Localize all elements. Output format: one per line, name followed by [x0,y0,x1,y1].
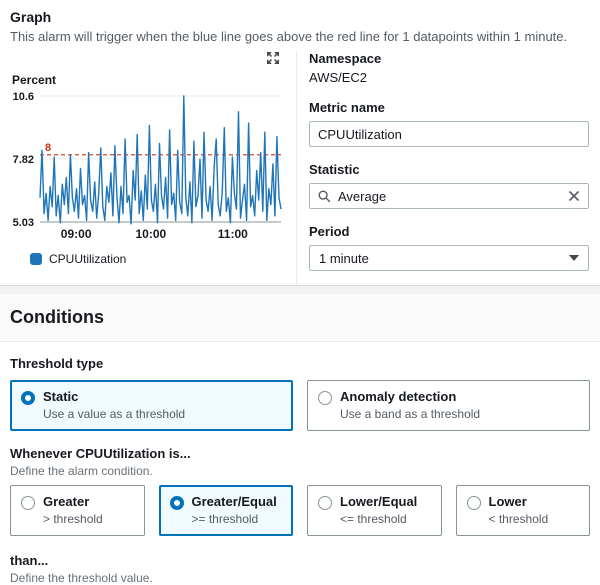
option-subtitle: Use a value as a threshold [43,407,185,422]
option-static[interactable]: Static Use a value as a threshold [10,380,293,431]
radio-lower-equal[interactable] [318,496,332,510]
y-tick-label: 5.03 [13,217,34,229]
close-icon[interactable] [568,190,580,202]
option-title: Greater/Equal [192,494,277,510]
statistic-label: Statistic [309,162,589,177]
x-tick-label: 11:00 [218,227,248,241]
x-tick-label: 09:00 [61,227,92,241]
option-title: Anomaly detection [340,389,480,405]
namespace-value: AWS/EC2 [309,70,589,85]
graph-description: This alarm will trigger when the blue li… [10,28,590,45]
metric-name-label: Metric name [309,100,589,115]
option-subtitle: > threshold [43,512,103,527]
operator-options: Greater > threshold Greater/Equal >= thresh… [10,485,590,536]
option-title: Lower [489,494,549,510]
period-select[interactable]: 1 minute [309,245,589,271]
threshold-value-label: than... [10,553,590,569]
statistic-search-box[interactable] [309,183,589,209]
option-subtitle: Use a band as a threshold [340,407,480,422]
option-title: Lower/Equal [340,494,417,510]
threshold-value-sublabel: Define the threshold value. [10,571,590,585]
legend-label: CPUUtilization [49,252,126,266]
option-greater[interactable]: Greater > threshold [10,485,145,536]
y-tick-label: 10.6 [13,91,34,103]
period-value: 1 minute [319,251,369,266]
graph-section: Graph This alarm will trigger when the b… [0,0,600,286]
option-title: Greater [43,494,103,510]
option-title: Static [43,389,185,405]
legend-swatch [30,253,42,265]
chevron-down-icon [569,255,579,261]
operator-label: Whenever CPUUtilization is... [10,446,590,462]
metric-line-chart: 10.6 7.82 5.03 09:00 10:00 11:00 8 [10,89,283,243]
option-greater-equal[interactable]: Greater/Equal >= threshold [159,485,294,536]
x-tick-label: 10:00 [136,227,167,241]
radio-greater[interactable] [21,496,35,510]
statistic-input[interactable] [338,189,561,204]
threshold-type-options: Static Use a value as a threshold Anomaly … [10,380,590,431]
y-tick-label: 7.82 [13,154,34,166]
metric-name-input[interactable] [309,121,589,147]
radio-greater-equal[interactable] [170,496,184,510]
radio-anomaly-detection[interactable] [318,391,332,405]
y-axis-unit-label: Percent [12,73,296,87]
option-anomaly-detection[interactable]: Anomaly detection Use a band as a thresho… [307,380,590,431]
radio-lower[interactable] [467,496,481,510]
metric-line [40,96,281,224]
radio-static[interactable] [21,391,35,405]
option-subtitle: <= threshold [340,512,417,527]
option-subtitle: < threshold [489,512,549,527]
chart-legend: CPUUtilization [30,252,296,266]
threshold-type-label: Threshold type [10,356,590,372]
threshold-label: 8 [45,142,51,154]
graph-section-title: Graph [10,8,590,26]
conditions-section: Conditions Threshold type Static Use a va… [0,294,600,585]
chart-panel: Percent 10.6 7.82 5.03 09:00 10:00 11:00 8 CPU… [10,51,296,289]
expand-icon[interactable] [266,51,280,65]
option-lower[interactable]: Lower < threshold [456,485,591,536]
namespace-label: Namespace [309,51,589,66]
option-subtitle: >= threshold [192,512,277,527]
search-icon [318,190,331,203]
operator-sublabel: Define the alarm condition. [10,464,590,479]
conditions-title: Conditions [0,294,600,342]
option-lower-equal[interactable]: Lower/Equal <= threshold [307,485,442,536]
metric-fields-panel: Namespace AWS/EC2 Metric name Statistic [296,51,590,289]
period-label: Period [309,224,589,239]
